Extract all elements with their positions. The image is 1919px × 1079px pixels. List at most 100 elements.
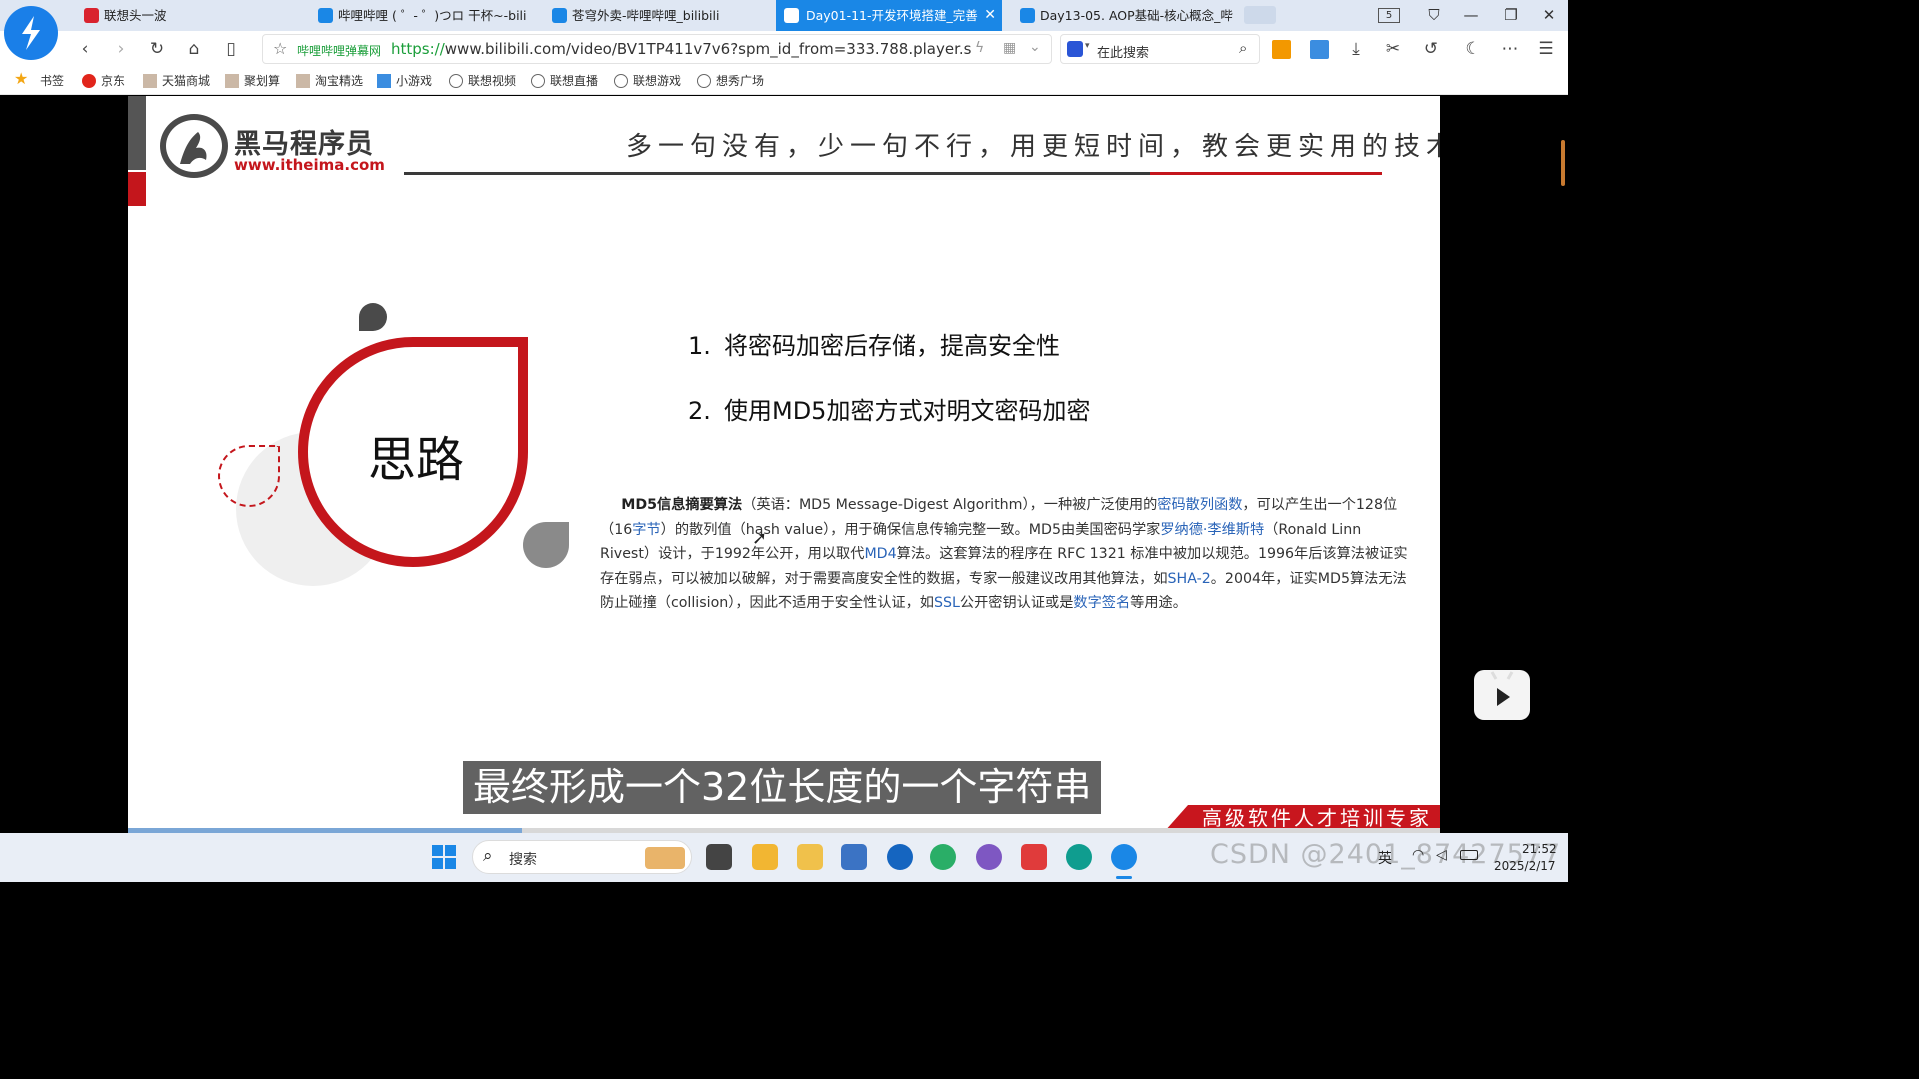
para-text: ）的散列值（hash value），用于确保信息传输完整一致。MD5由美国密码学… xyxy=(660,521,1161,538)
chevron-down-icon[interactable]: ▾ xyxy=(1085,41,1090,51)
colorful-app-icon[interactable] xyxy=(976,844,1002,870)
search-icon: ⌕ xyxy=(483,846,493,866)
bookmark-label: 小游戏 xyxy=(396,74,433,88)
clock-date[interactable]: 2025/2/17 xyxy=(1494,859,1556,873)
bullet-point: 2. 使用MD5加密方式对明文密码加密 xyxy=(688,391,1090,426)
undo-close-icon[interactable]: ↺ xyxy=(1418,37,1444,61)
globe-icon xyxy=(697,74,711,88)
reader-mode-icon[interactable]: ▯ xyxy=(218,37,244,61)
url-protocol: https:// xyxy=(391,40,445,58)
tab-lenovo[interactable]: 联想头一波 xyxy=(82,0,304,31)
ime-indicator[interactable]: 英 xyxy=(1378,848,1392,868)
minimize-button[interactable]: — xyxy=(1452,0,1490,31)
bookmark-games[interactable]: 小游戏 xyxy=(377,73,432,89)
decor-dark-blob xyxy=(359,303,387,331)
tagline-underline-red xyxy=(1150,172,1382,175)
red-banner: 高级软件人才培训专家 xyxy=(1188,805,1440,828)
wifi-icon[interactable]: ◠ xyxy=(1412,847,1424,863)
bookmark-folder[interactable]: ★ 书签 xyxy=(14,69,64,89)
bookmark-label: 天猫商城 xyxy=(162,74,211,88)
task-view-icon[interactable] xyxy=(706,844,732,870)
speaker-icon[interactable]: ◁ xyxy=(1436,847,1447,863)
home-icon[interactable]: ⌂ xyxy=(181,37,207,61)
bookmark-star-icon[interactable]: ☆ xyxy=(273,39,287,58)
file-explorer-icon[interactable] xyxy=(797,844,823,870)
bullet-text: 将密码加密后存储，提高安全性 xyxy=(724,332,1060,360)
tmall-icon xyxy=(143,74,157,88)
bookmark-lenovo-live[interactable]: 联想直播 xyxy=(531,73,598,89)
bookmark-tmall[interactable]: 天猫商城 xyxy=(143,73,210,89)
wechat-icon[interactable] xyxy=(930,844,956,870)
chevron-down-icon[interactable]: ⌄ xyxy=(1029,39,1041,55)
address-bar[interactable]: ☆ 哔哩哔哩弹幕网 https://www.bilibili.com/video… xyxy=(262,34,1052,64)
extension-send-icon[interactable] xyxy=(1310,40,1329,59)
browser-logo-icon[interactable] xyxy=(4,6,58,60)
clock-time[interactable]: 21:52 xyxy=(1522,842,1557,856)
video-slide[interactable]: 黑马程序员 www.itheima.com 多一句没有，少一句不行，用更短时间，… xyxy=(128,96,1440,828)
explorer-folder-icon[interactable] xyxy=(752,844,778,870)
md5-description: MD5信息摘要算法（英语：MD5 Message-Digest Algorith… xyxy=(600,493,1412,616)
bookmark-label: 淘宝精选 xyxy=(315,74,364,88)
link-md4[interactable]: MD4 xyxy=(864,546,896,562)
menu-icon[interactable]: ☰ xyxy=(1533,37,1559,61)
search-box[interactable]: ▾ 在此搜索 ⌕ xyxy=(1060,34,1260,64)
new-tab-button[interactable] xyxy=(1244,6,1276,24)
tab-cangqiong[interactable]: 苍穹外卖-哔哩哔哩_bilibili xyxy=(550,0,760,31)
scrollbar-thumb[interactable] xyxy=(1561,140,1565,186)
restore-button[interactable]: ❐ xyxy=(1492,0,1530,31)
windows-taskbar: ⌕ 搜索 CSDN @2401_87427577 英 ◠ ◁ 21:52 202… xyxy=(0,833,1568,882)
bookmark-juhuasuan[interactable]: 聚划算 xyxy=(225,73,280,89)
lightning-icon[interactable]: ϟ xyxy=(975,40,984,56)
tab-count-badge[interactable]: 5 xyxy=(1378,8,1400,23)
windows-start-icon[interactable] xyxy=(432,845,456,869)
screenshot-cut-icon[interactable]: ✂ xyxy=(1380,37,1406,61)
close-window-button[interactable]: ✕ xyxy=(1530,0,1568,31)
link-ssl[interactable]: SSL xyxy=(934,595,960,611)
extension-orange-icon[interactable] xyxy=(1272,40,1291,59)
search-icon[interactable]: ⌕ xyxy=(1239,39,1247,57)
mini-game-icon xyxy=(377,74,391,88)
lenovo-browser-icon[interactable] xyxy=(1111,844,1137,870)
link-digital-signature[interactable]: 数字签名 xyxy=(1073,595,1130,611)
bilibili-tv-icon xyxy=(784,8,799,23)
link-rivest[interactable]: 罗纳德·李维斯特 xyxy=(1160,522,1264,538)
battery-icon[interactable] xyxy=(1460,850,1478,860)
bookmark-xiangxiu[interactable]: 想秀广场 xyxy=(697,73,764,89)
link-hash-function[interactable]: 密码散列函数 xyxy=(1157,497,1242,513)
link-byte[interactable]: 字节 xyxy=(632,522,660,538)
security-shield-icon[interactable] xyxy=(887,844,913,870)
globe-icon xyxy=(449,74,463,88)
tab-bilibili-home[interactable]: 哔哩哔哩 ( ゜- ゜)つロ 干杯~-bilib xyxy=(316,0,526,31)
bookmark-jd[interactable]: 京东 xyxy=(82,73,125,89)
banner-dark-triangle xyxy=(1164,805,1188,828)
star-icon: ★ xyxy=(14,69,29,88)
back-icon[interactable]: ‹ xyxy=(72,37,98,61)
qr-code-icon[interactable]: ▦ xyxy=(1003,40,1016,56)
forward-icon[interactable]: › xyxy=(108,37,134,61)
tab-day01-active[interactable]: Day01-11-开发环境搭建_完善 ✕ xyxy=(776,0,1002,31)
night-mode-icon[interactable]: ☾ xyxy=(1460,37,1486,61)
tab-day13[interactable]: Day13-05. AOP基础-核心概念_哔 xyxy=(1018,0,1234,31)
url-text[interactable]: https://www.bilibili.com/video/BV1TP411v… xyxy=(391,40,971,58)
bookmark-lenovo-games[interactable]: 联想游戏 xyxy=(614,73,681,89)
site-name-label: 哔哩哔哩弹幕网 xyxy=(297,44,382,58)
lenovo-icon xyxy=(84,8,99,23)
bookmark-lenovo-video[interactable]: 联想视频 xyxy=(449,73,516,89)
baidu-icon[interactable] xyxy=(1067,41,1083,57)
reload-icon[interactable]: ↻ xyxy=(144,37,170,61)
wps-icon[interactable] xyxy=(1021,844,1047,870)
shirt-skin-icon[interactable]: ⛉ xyxy=(1415,0,1453,31)
download-icon[interactable]: ⤓ xyxy=(1343,37,1369,61)
close-tab-icon[interactable]: ✕ xyxy=(984,0,996,31)
edge-icon[interactable] xyxy=(1066,844,1092,870)
tagline-underline xyxy=(404,172,1150,175)
tab-title: 苍穹外卖-哔哩哔哩_bilibili xyxy=(572,8,720,23)
bullet-number: 2. xyxy=(688,397,711,425)
bilibili-play-icon[interactable] xyxy=(1474,670,1530,720)
active-app-indicator xyxy=(1116,876,1132,879)
link-sha2[interactable]: SHA-2 xyxy=(1168,571,1211,587)
store-icon[interactable] xyxy=(841,844,867,870)
bookmark-taobao[interactable]: 淘宝精选 xyxy=(296,73,363,89)
taskbar-search[interactable]: ⌕ 搜索 xyxy=(472,840,692,874)
more-icon[interactable]: ⋯ xyxy=(1497,37,1523,61)
